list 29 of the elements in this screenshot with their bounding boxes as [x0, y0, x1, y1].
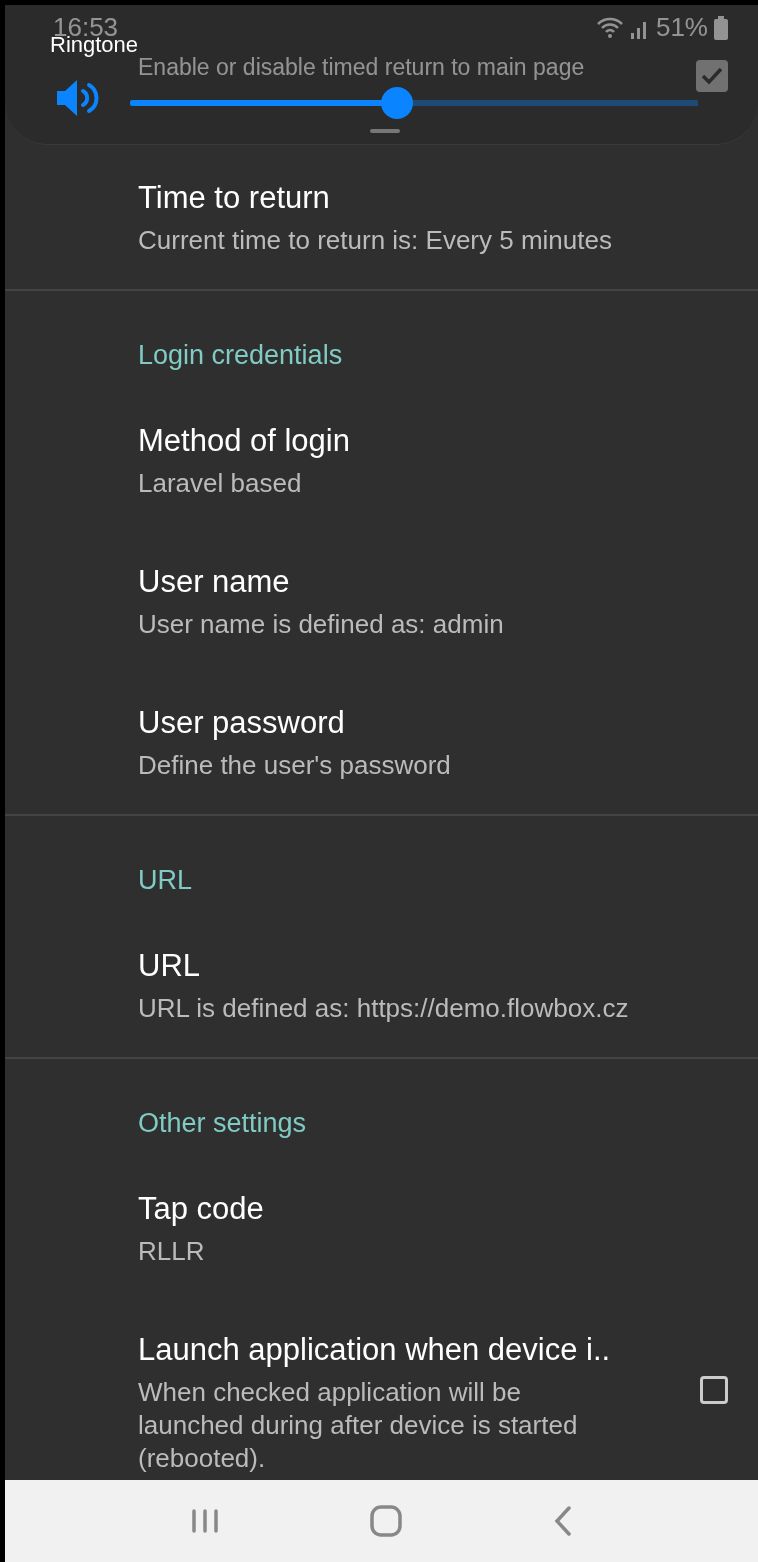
- slider-thumb[interactable]: [380, 87, 413, 119]
- battery-percentage: 51%: [655, 12, 708, 43]
- setting-summary: When checked application will be launched during after device is started (rebooted).: [138, 1376, 579, 1475]
- setting-title: Tap code: [138, 1193, 265, 1225]
- setting-title: Launch application when device i..: [138, 1334, 612, 1366]
- setting-summary: URL is defined as: https://demo.flowbox.cz: [138, 992, 630, 1025]
- check-icon: [701, 67, 723, 85]
- section-header: Login credentials: [138, 341, 343, 369]
- setting-title: Method of login: [138, 425, 351, 457]
- setting-summary: Enable or disable timed return to main page: [138, 54, 586, 81]
- section-header: URL: [138, 866, 192, 894]
- checkbox[interactable]: [700, 1375, 728, 1404]
- setting-summary: Define the user's password: [138, 749, 452, 782]
- setting-title: User password: [138, 707, 346, 739]
- home-icon[interactable]: [370, 1505, 403, 1537]
- setting-summary: Current time to return is: Every 5 minutes: [138, 224, 613, 257]
- setting-title: User name: [138, 566, 291, 598]
- section-header: Other settings: [138, 1109, 307, 1137]
- checkbox[interactable]: [696, 60, 728, 92]
- wifi-icon: [595, 15, 624, 40]
- setting-title: URL: [138, 950, 201, 982]
- setting-summary: User name is defined as: admin: [138, 608, 505, 641]
- setting-summary: RLLR: [138, 1235, 206, 1268]
- setting-summary: Laravel based: [138, 467, 303, 500]
- recent-apps-icon[interactable]: [190, 1509, 219, 1533]
- battery-icon: [714, 15, 728, 40]
- setting-title: Time to return: [138, 182, 331, 214]
- back-icon[interactable]: [554, 1506, 573, 1536]
- drag-handle[interactable]: [370, 129, 400, 133]
